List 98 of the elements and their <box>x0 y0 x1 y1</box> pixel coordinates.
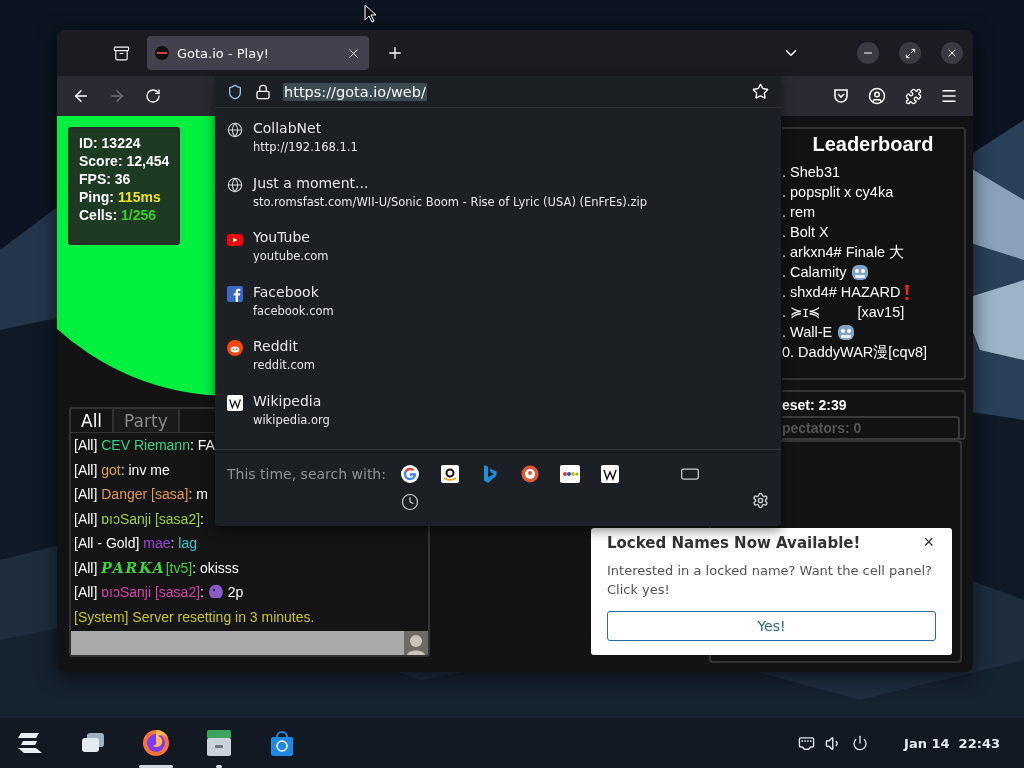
suggestion-item[interactable]: Just a moment... sto.romsfast.com/WII-U/Sonic Boom - Rise of Lyric (USA) (EnFrEs).zip <box>215 168 781 223</box>
suggestion-item[interactable]: Reddit reddit.com <box>215 332 781 387</box>
chat-message: [All] Danger [sasa]: m <box>74 485 208 504</box>
leaderboard-entry: . Wall-E <box>782 323 833 342</box>
avatar-icon <box>404 631 428 655</box>
power-icon[interactable] <box>852 735 869 751</box>
stat-line: FPS: 36 <box>79 171 132 187</box>
chat-tab[interactable]: Party <box>114 409 180 432</box>
wikipedia-icon <box>227 394 243 411</box>
suggestion-item[interactable]: Facebook facebook.com <box>215 277 781 332</box>
shield-icon[interactable] <box>227 83 243 100</box>
mouse-cursor-icon <box>364 4 376 23</box>
lock-icon[interactable] <box>255 83 271 100</box>
leaderboard-entry: . ≽ɪ≼ [xav15] <box>782 303 905 322</box>
chat-message: [All] ɒıɔSanji [sasa2]: 2p <box>74 583 244 602</box>
maximize-icon <box>904 47 916 59</box>
yes-button[interactable]: Yes! <box>607 611 936 641</box>
address-field[interactable]: https://gota.io/web/ <box>283 82 427 101</box>
browser-tab[interactable]: Gota.io - Play! <box>147 36 369 70</box>
suggestion-url: reddit.com <box>253 358 316 372</box>
stat-line: ID: 13224 <box>79 135 142 151</box>
suggestion-title: CollabNet <box>253 120 323 136</box>
leaderboard-entry: . Bolt X <box>782 223 829 242</box>
leaderboard-entry: . rem <box>782 203 816 222</box>
popup-title: Locked Names Now Available! <box>607 533 861 552</box>
reload-icon <box>145 88 161 104</box>
suggestion-title: Reddit <box>253 338 299 354</box>
settings-icon[interactable] <box>752 491 769 509</box>
suggestion-item[interactable]: CollabNet http://192.168.1.1 <box>215 114 781 169</box>
suggestion-title: Wikipedia <box>253 392 323 409</box>
globe-icon <box>227 122 243 138</box>
maximize-button[interactable] <box>899 42 921 64</box>
minimize-button[interactable] <box>857 42 879 64</box>
suggestion-title: Just a moment... <box>253 174 370 191</box>
wikipedia-icon[interactable] <box>601 465 619 483</box>
globe-icon <box>227 176 243 193</box>
firefox-icon[interactable] <box>141 728 171 758</box>
shopping-bag-icon[interactable] <box>268 729 296 757</box>
reset-timer: eset: 2:39 <box>782 397 848 413</box>
close-icon <box>946 47 958 59</box>
leaderboard-entry: . shxd4# HAZARD <box>782 283 901 302</box>
file-cabinet-icon[interactable] <box>204 728 234 758</box>
search-with-label: This time, search with: <box>227 466 387 482</box>
chat-input[interactable] <box>71 631 428 655</box>
chat-message: [System] Server resetting in 3 minutes. <box>74 607 315 627</box>
leaderboard-entry: . Sheb31 <box>782 163 841 182</box>
google-icon[interactable] <box>401 465 419 483</box>
ebay-icon[interactable] <box>560 465 580 483</box>
spectators-count: pectators: 0 <box>782 416 960 440</box>
suggestion-item[interactable]: Wikipedia wikipedia.org <box>215 386 781 441</box>
reddit-icon <box>227 340 243 356</box>
robot-icon <box>850 263 871 281</box>
puzzle-icon <box>904 87 922 105</box>
popup-message: Interested in a locked name? Want the cell panel? Click yes! <box>607 562 933 599</box>
suggestion-url: youtube.com <box>253 249 329 263</box>
facebook-icon <box>227 285 243 302</box>
chat-message: [All] got: inv me <box>74 460 170 480</box>
leaderboard-title: Leaderboard <box>811 133 935 156</box>
leaderboard-entry: . arkxn4# Finale 大 <box>782 243 905 262</box>
play-icon <box>227 234 243 246</box>
suggestion-url: wikipedia.org <box>253 412 330 427</box>
site-favicon <box>155 46 169 60</box>
leaderboard-entry: . popsplit x cy4ka <box>782 183 894 202</box>
chat-message: [All - Gold] mae: lag <box>74 534 197 553</box>
suggestion-url: facebook.com <box>253 303 334 318</box>
clock[interactable]: Jan 14 22:43 <box>904 735 1000 751</box>
history-icon[interactable] <box>401 493 419 511</box>
bing-icon[interactable] <box>483 465 497 483</box>
duck-icon[interactable] <box>521 465 539 483</box>
close-button[interactable] <box>941 42 963 64</box>
chat-message: [All] CEV Riemann: FA <box>74 436 215 455</box>
stat-line: Score: 12,454 <box>79 153 169 169</box>
suggestion-title: YouTube <box>253 229 311 245</box>
archive-icon <box>112 44 130 62</box>
amazon-icon[interactable] <box>441 465 459 483</box>
suggestion-title: Facebook <box>253 283 320 300</box>
bookmark-star-icon[interactable] <box>752 83 769 100</box>
pocket-icon <box>833 88 849 104</box>
forward-arrow-icon <box>108 87 126 105</box>
chat-message: [All] PARKA[tv5]: okisss <box>74 558 239 578</box>
chat-message: [All] ɒıɔSanji [sasa2]: <box>74 509 204 529</box>
exclamation-icon <box>904 283 911 301</box>
leaderboard-entry: 0. DaddyWAR漫[cqv8] <box>782 343 927 362</box>
stat-line: Cells: 1/256 <box>79 207 158 223</box>
suggestion-url: http://192.168.1.1 <box>253 140 358 154</box>
close-button[interactable]: × <box>921 532 936 553</box>
stat-line: Ping: 115ms <box>79 189 162 205</box>
menu-icon <box>940 87 958 105</box>
robot-icon <box>836 323 857 341</box>
chat-tab[interactable]: All <box>71 409 115 432</box>
account-icon <box>868 87 886 105</box>
network-icon[interactable] <box>798 734 816 752</box>
suggestion-item[interactable]: YouTube youtube.com <box>215 223 781 278</box>
suggestion-url: sto.romsfast.com/WII-U/Sonic Boom - Rise of Lyric (USA) (EnFrEs).zip <box>253 194 647 209</box>
creature-icon <box>207 584 224 599</box>
windows-icon[interactable] <box>81 732 105 754</box>
leaderboard-entry: . Calamity <box>782 263 847 282</box>
plus-icon <box>386 44 404 62</box>
